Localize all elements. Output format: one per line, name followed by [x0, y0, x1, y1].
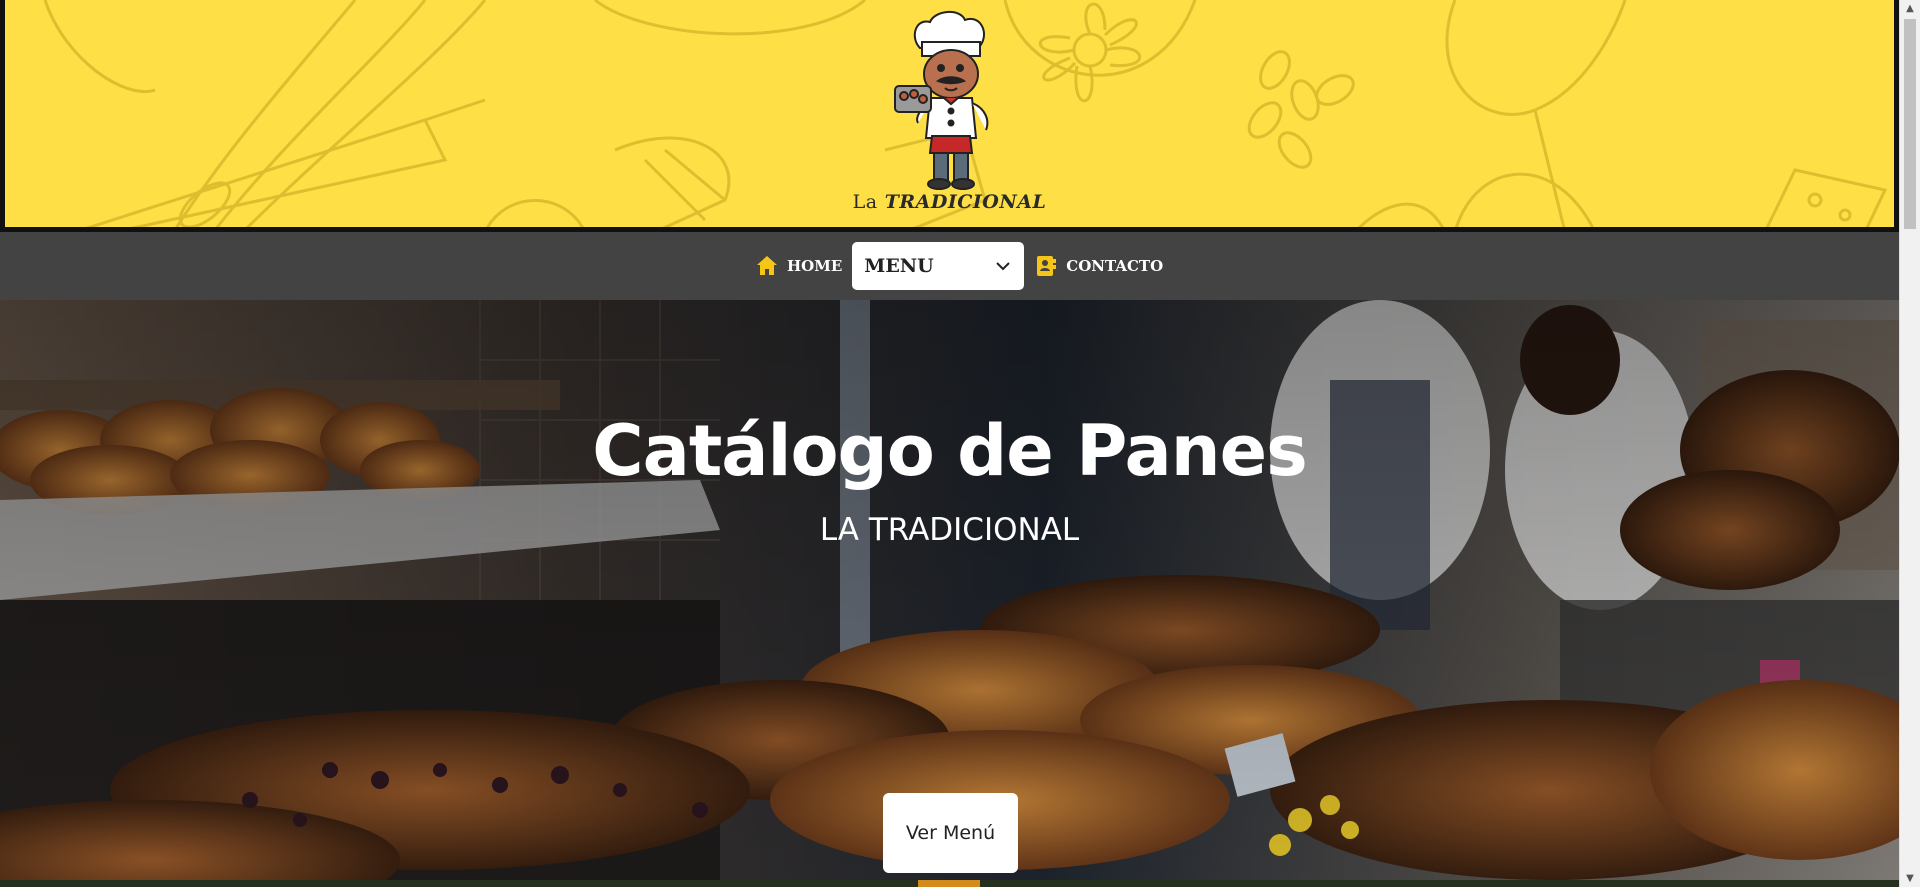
menu-dropdown-label: MENU [864, 255, 934, 277]
hero-title: Catálogo de Panes [592, 410, 1308, 492]
view-menu-button[interactable]: Ver Menú [883, 793, 1018, 873]
brand-prefix: La [852, 191, 878, 213]
contact-label: CONTACTO [1066, 257, 1164, 275]
home-icon [757, 256, 777, 275]
brand-title: TRADICIONAL [884, 191, 1047, 213]
header-banner: La TRADICIONAL [0, 0, 1899, 232]
nav-links: HOME MENU CONTACTO [755, 242, 1163, 290]
page-scrollbar[interactable]: ▲ ▼ [1899, 0, 1920, 887]
chevron-down-icon [996, 262, 1010, 271]
brand-name: La TRADICIONAL [850, 191, 1050, 213]
scroll-up-arrow-icon[interactable]: ▲ [1900, 0, 1920, 17]
hero-section: Catálogo de Panes LA TRADICIONAL Ver Men… [0, 300, 1899, 880]
hero-subtitle: LA TRADICIONAL [819, 512, 1080, 548]
scroll-thumb[interactable] [1904, 19, 1916, 229]
chef-mascot-icon [893, 11, 988, 190]
nav-home-link[interactable]: HOME [755, 254, 842, 278]
brand-logo[interactable]: La TRADICIONAL [850, 8, 1050, 223]
contact-book-icon [1037, 256, 1057, 276]
bottom-tab-indicator [918, 880, 980, 887]
home-label: HOME [787, 257, 843, 275]
scroll-down-arrow-icon[interactable]: ▼ [1900, 870, 1920, 887]
main-nav: HOME MENU CONTACTO [0, 232, 1899, 300]
nav-contact-link[interactable]: CONTACTO [1034, 254, 1163, 278]
menu-dropdown[interactable]: MENU [852, 242, 1025, 290]
